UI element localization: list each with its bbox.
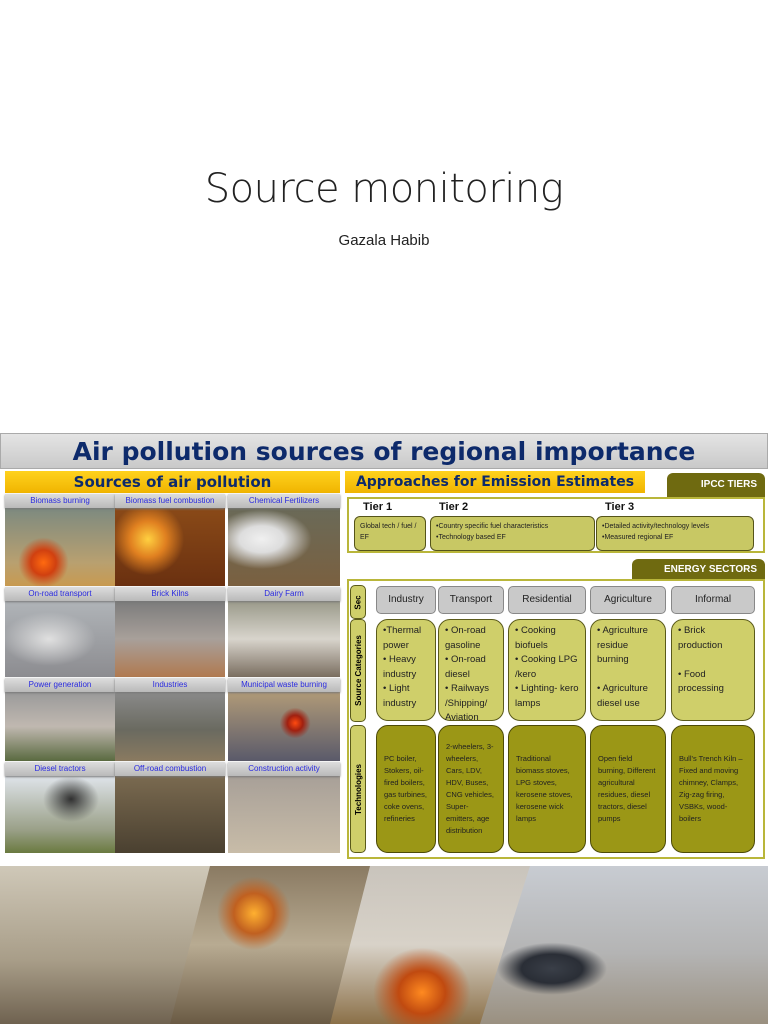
source-categories-box: • Brick production • Food processing	[671, 619, 755, 721]
source-label: Chemical Fertilizers	[228, 494, 340, 508]
technologies-box: Traditional biomass stoves, LPG stoves, …	[508, 725, 586, 853]
sec-label-text: Sec	[353, 594, 363, 610]
slide-author: Gazala Habib	[338, 232, 430, 249]
source-categories-label: Source Categories	[350, 619, 366, 722]
source-photo	[115, 692, 225, 761]
source-categories-box: • On-road gasoline • On-road diesel • Ra…	[438, 619, 504, 723]
sector-header: Informal	[671, 586, 755, 614]
approaches-header: Approaches for Emission Estimates	[345, 471, 645, 493]
source-photo	[5, 776, 115, 853]
source-label: Municipal waste burning	[228, 678, 340, 692]
energy-sectors-tab: ENERGY SECTORS	[632, 559, 765, 581]
slide-title: Source monitoring	[204, 166, 564, 212]
sector-header: Residential	[508, 586, 586, 614]
source-categories-box: •Thermal power • Heavy industry • Light …	[376, 619, 436, 721]
source-photo	[115, 508, 225, 586]
tier-name: Tier 1	[363, 501, 393, 513]
technologies-text: Bull's Trench Kiln – Fixed and moving ch…	[679, 754, 743, 823]
technologies-label: Technologies	[350, 725, 366, 853]
slide-2: Air pollution sources of regional import…	[0, 433, 768, 863]
source-label: Biomass burning	[5, 494, 115, 508]
technologies-box: PC boiler, Stokers, oil-fired boilers, g…	[376, 725, 436, 853]
source-label: Off-road combustion	[115, 762, 225, 776]
source-photo	[228, 776, 340, 853]
source-label: Diesel tractors	[5, 762, 115, 776]
sector-header: Industry	[376, 586, 436, 614]
source-label: Biomass fuel combustion	[115, 494, 225, 508]
source-photo	[115, 601, 225, 677]
technologies-text: Open field burning, Different agricultur…	[598, 754, 656, 823]
source-label: Brick Kilns	[115, 587, 225, 601]
source-photo	[228, 508, 340, 586]
traffic-exhaust-photo	[480, 866, 768, 1024]
source-categories-text: Source Categories	[353, 635, 363, 706]
technologies-text: PC boiler, Stokers, oil-fired boilers, g…	[384, 754, 427, 823]
source-label: Construction activity	[228, 762, 340, 776]
sector-header: Transport	[438, 586, 504, 614]
technologies-box: Bull's Trench Kiln – Fixed and moving ch…	[671, 725, 755, 853]
tier-box: Global tech / fuel / EF	[354, 516, 426, 551]
sector-header: Agriculture	[590, 586, 666, 614]
tier-box: •Country specific fuel characteristics •…	[430, 516, 595, 551]
source-photo	[115, 776, 225, 853]
ipcc-tiers-tab: IPCC TIERS	[667, 473, 765, 497]
source-label: Dairy Farm	[228, 587, 340, 601]
technologies-text: 2-wheelers, 3-wheelers, Cars, LDV, HDV, …	[446, 742, 494, 835]
source-label: On-road transport	[5, 587, 115, 601]
technologies-text: Technologies	[353, 763, 363, 815]
sec-label: Sec	[350, 585, 366, 619]
slide-2-title: Air pollution sources of regional import…	[0, 433, 768, 469]
sources-header: Sources of air pollution	[5, 471, 340, 493]
source-photo	[5, 601, 115, 677]
source-photo	[5, 508, 115, 586]
technologies-box: 2-wheelers, 3-wheelers, Cars, LDV, HDV, …	[438, 725, 504, 853]
slide-3-photo-strip	[0, 866, 768, 1024]
source-label: Industries	[115, 678, 225, 692]
tier-box: •Detailed activity/technology levels •Me…	[596, 516, 754, 551]
source-photo	[5, 692, 115, 761]
source-label: Power generation	[5, 678, 115, 692]
tier-name: Tier 2	[439, 501, 469, 513]
source-photo	[228, 692, 340, 761]
technologies-box: Open field burning, Different agricultur…	[590, 725, 666, 853]
source-categories-box: • Agriculture residue burning • Agricult…	[590, 619, 666, 721]
tier-name: Tier 3	[605, 501, 635, 513]
source-categories-box: • Cooking biofuels • Cooking LPG /kero •…	[508, 619, 586, 721]
technologies-text: Traditional biomass stoves, LPG stoves, …	[516, 754, 573, 823]
source-photo	[228, 601, 340, 677]
